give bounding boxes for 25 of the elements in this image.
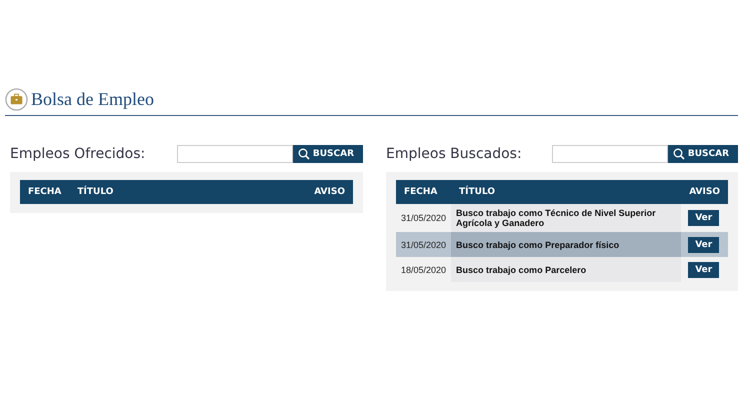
column-header: AVISO xyxy=(306,180,353,204)
search-button[interactable]: BUSCAR xyxy=(668,145,738,163)
column-header: TÍTULO xyxy=(451,180,682,204)
briefcase-icon xyxy=(5,88,28,111)
column-header: AVISO xyxy=(681,180,728,204)
search-field[interactable] xyxy=(176,145,293,163)
search-icon xyxy=(298,148,310,160)
search-button[interactable]: BUSCAR xyxy=(292,145,363,163)
view-button[interactable]: Ver xyxy=(688,210,720,226)
column-header: TÍTULO xyxy=(69,180,306,204)
column-header: FECHA xyxy=(396,180,452,204)
date-cell: 31/05/2020 xyxy=(396,232,452,257)
page-title: Bolsa de Empleo xyxy=(31,89,154,110)
search-field[interactable] xyxy=(552,145,668,163)
view-button[interactable]: Ver xyxy=(688,262,720,278)
title-cell: Busco trabajo como Parcelero xyxy=(451,257,682,282)
column-header: FECHA xyxy=(20,180,70,204)
date-cell: 31/05/2020 xyxy=(396,204,452,232)
title-cell: Busco trabajo como Técnico de Nivel Superior Agrícola y Ganadero xyxy=(451,204,682,232)
view-button[interactable]: Ver xyxy=(688,236,720,252)
title-cell: Busco trabajo como Preparador físico xyxy=(451,232,682,257)
section-title: Empleos Ofrecidos: xyxy=(10,146,146,162)
search-icon xyxy=(672,148,685,160)
section-title: Empleos Buscados: xyxy=(386,146,522,162)
date-cell: 18/05/2020 xyxy=(396,257,452,282)
